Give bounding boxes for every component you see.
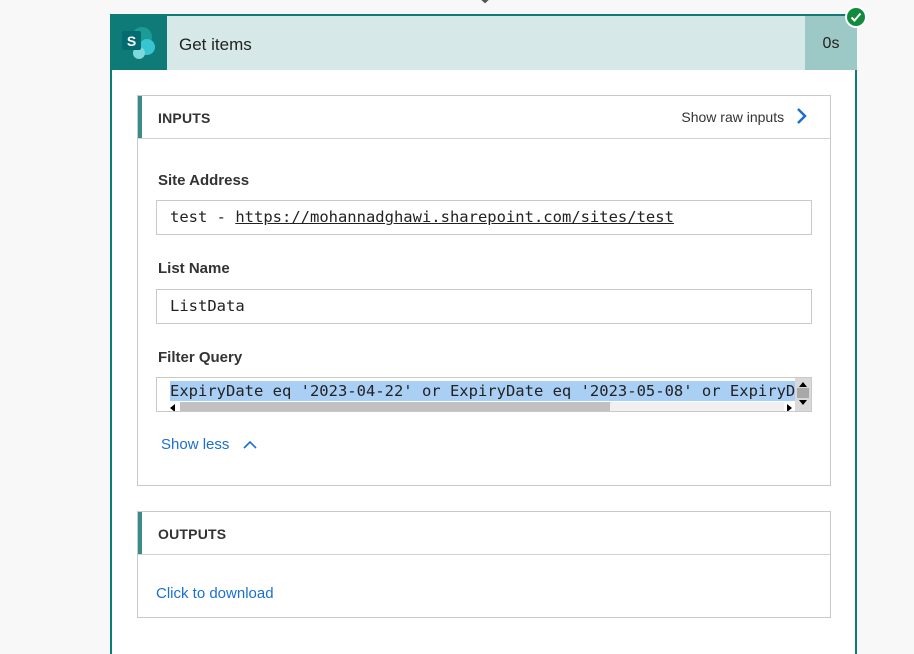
- site-address-prefix: test -: [170, 208, 236, 226]
- show-raw-inputs-label: Show raw inputs: [681, 109, 785, 125]
- vertical-scrollbar[interactable]: [795, 378, 811, 411]
- site-address-field[interactable]: test - https://mohannadghawi.sharepoint.…: [156, 200, 812, 235]
- connector-arrow-icon: [481, 0, 489, 4]
- svg-text:S: S: [127, 33, 136, 49]
- list-name-field[interactable]: ListData: [156, 289, 812, 324]
- outputs-section: OUTPUTS Click to download: [137, 511, 831, 618]
- duration-text: 0s: [822, 35, 840, 52]
- scroll-left-icon[interactable]: [170, 404, 175, 411]
- outputs-label: OUTPUTS: [158, 526, 227, 542]
- download-link[interactable]: Click to download: [156, 585, 274, 602]
- site-address-link[interactable]: https://mohannadghawi.sharepoint.com/sit…: [235, 208, 674, 226]
- sharepoint-icon: S: [122, 27, 155, 59]
- show-raw-inputs-link[interactable]: Show raw inputs: [681, 107, 808, 125]
- chevron-right-icon: [797, 108, 807, 125]
- list-name-value: ListData: [170, 297, 245, 315]
- show-less-label: Show less: [161, 436, 230, 453]
- sharepoint-logo: S: [112, 16, 167, 70]
- success-check-icon: [845, 6, 867, 28]
- vertical-scroll-thumb[interactable]: [797, 388, 809, 398]
- inputs-header: INPUTS Show raw inputs: [138, 96, 830, 139]
- section-accent-bar: [138, 96, 142, 138]
- action-title: Get items: [179, 35, 252, 54]
- scroll-down-icon[interactable]: [799, 400, 807, 405]
- scroll-up-icon[interactable]: [799, 382, 807, 387]
- filter-query-field[interactable]: ExpiryDate eq '2023-04-22' or ExpiryDate…: [156, 377, 812, 412]
- list-name-label: List Name: [158, 260, 230, 277]
- chevron-up-icon: [242, 440, 257, 449]
- filter-query-value: ExpiryDate eq '2023-04-22' or ExpiryDate…: [170, 381, 810, 401]
- show-less-link[interactable]: Show less: [161, 436, 258, 453]
- outputs-header: OUTPUTS: [138, 512, 830, 555]
- inputs-section: INPUTS Show raw inputs Site Address test…: [137, 95, 831, 486]
- action-header[interactable]: S Get items 0s: [112, 16, 857, 70]
- inputs-label: INPUTS: [158, 110, 211, 126]
- filter-query-label: Filter Query: [158, 349, 243, 366]
- scroll-right-icon[interactable]: [787, 404, 792, 411]
- site-address-label: Site Address: [158, 172, 250, 189]
- horizontal-scroll-thumb[interactable]: [180, 402, 610, 411]
- section-accent-bar: [138, 512, 142, 554]
- horizontal-scrollbar[interactable]: [170, 400, 794, 411]
